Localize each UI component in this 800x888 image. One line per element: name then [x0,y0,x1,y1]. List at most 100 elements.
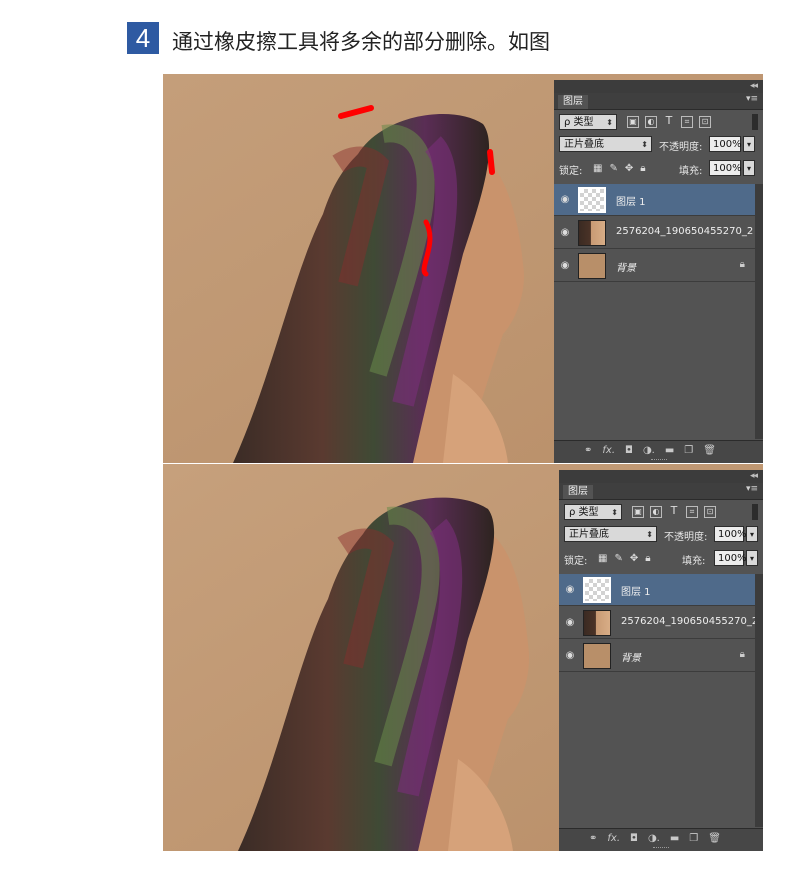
lock-transparent-icon[interactable]: ▦ [593,163,602,174]
mask-icon[interactable]: ◘ [630,833,638,844]
screenshot-before: ◂◂ 图层 ▾≡ ρ 类型 ⬍ ▣ ◐ T ⌗ ⊡ 正片叠底 ⬍ 不透明度: 10 [163,74,763,463]
lock-move-icon[interactable]: ✥ [630,553,638,564]
layer-row[interactable]: ◉ 图层 1 [559,574,755,606]
layer-name: 背景 [621,653,641,664]
opacity-field[interactable]: 100% [709,136,742,152]
step-number-badge: 4 [127,22,159,54]
tab-layers[interactable]: 图层 [563,485,593,499]
layer-name: 背景 [616,263,636,274]
filter-toggle[interactable] [752,504,758,520]
lock-move-icon[interactable]: ✥ [625,163,633,174]
blend-mode-dropdown[interactable]: 正片叠底 ⬍ [559,136,652,152]
filter-row: ρ 类型 ⬍ ▣ ◐ T ⌗ ⊡ [559,114,758,132]
lock-all-icon[interactable]: 🔒︎ [640,163,645,174]
filter-toggle[interactable] [752,114,758,130]
eye-icon[interactable]: ◉ [563,649,577,663]
chevron-down-icon[interactable]: ▾ [746,550,758,566]
eye-icon[interactable]: ◉ [563,583,577,597]
lock-icons: ▦ ✎ ✥ 🔒︎ [593,160,646,176]
panel-bottom-bar: ⚭ fx. ◘ ◑. ▬ ❐ 🗑︎ [554,440,763,463]
lock-icon: 🔒︎ [739,649,745,660]
chevron-down-icon: ⬍ [606,118,613,127]
layer-thumbnail [583,577,611,603]
chevron-down-icon[interactable]: ▾ [743,160,755,176]
filter-row: ρ 类型 ⬍ ▣ ◐ T ⌗ ⊡ [564,504,758,522]
adjustment-filter-icon[interactable]: ◐ [645,116,657,128]
eye-icon[interactable]: ◉ [558,259,572,273]
lock-paint-icon[interactable]: ✎ [609,163,617,174]
layers-scrollbar[interactable] [755,574,763,827]
new-layer-icon[interactable]: ❐ [689,833,698,844]
lock-icons: ▦ ✎ ✥ 🔒︎ [598,550,651,566]
filter-kind-dropdown[interactable]: ρ 类型 ⬍ [564,504,622,520]
panel-menu-icon[interactable]: ▾≡ [746,94,758,104]
layers-panel: ◂◂ 图层 ▾≡ ρ 类型 ⬍ ▣ ◐ T ⌗ ⊡ 正片叠底 ⬍ 不透明度: 10 [559,470,763,851]
lock-transparent-icon[interactable]: ▦ [598,553,607,564]
layer-row[interactable]: ◉ 图层 1 [554,184,755,216]
layer-thumbnail [578,253,606,279]
chevron-down-icon: ⬍ [611,508,618,517]
blend-mode-label: 正片叠底 [564,139,604,150]
fill-field[interactable]: 100% [709,160,742,176]
link-icon[interactable]: ⚭ [584,445,592,456]
link-icon[interactable]: ⚭ [589,833,597,844]
eye-icon[interactable]: ◉ [563,616,577,630]
new-layer-icon[interactable]: ❐ [684,445,693,456]
resize-grip[interactable] [650,459,667,462]
panel-actions: ⚭ fx. ◘ ◑. ▬ ❐ 🗑︎ [584,445,716,456]
fx-icon[interactable]: fx. [607,833,620,844]
lock-all-icon[interactable]: 🔒︎ [645,553,650,564]
panel-menu-icon[interactable]: ▾≡ [746,484,758,494]
layer-name: 图层 1 [616,197,646,208]
panel-tab-bar: 图层 ▾≡ [554,93,763,110]
opacity-label: 不透明度: [659,142,703,153]
eye-icon[interactable]: ◉ [558,193,572,207]
opacity-field[interactable]: 100% [714,526,747,542]
adjustment-icon[interactable]: ◑. [643,445,655,456]
layer-row[interactable]: ◉ 2576204_190650455270_2 [559,607,759,639]
layer-name: 2576204_190650455270_2 [616,226,754,237]
layer-name: 图层 1 [621,587,651,598]
tab-layers[interactable]: 图层 [558,95,588,109]
layer-row[interactable]: ◉ 背景 🔒︎ [559,640,755,672]
image-filter-icon[interactable]: ▣ [632,506,644,518]
adjustment-filter-icon[interactable]: ◐ [650,506,662,518]
chevron-down-icon[interactable]: ▾ [746,526,758,542]
filter-kind-dropdown[interactable]: ρ 类型 ⬍ [559,114,617,130]
layer-row[interactable]: ◉ 2576204_190650455270_2 [554,217,755,249]
layers-scrollbar[interactable] [755,184,763,439]
chevron-down-icon[interactable]: ▾ [743,136,755,152]
type-filter-icon[interactable]: T [663,115,675,128]
shape-filter-icon[interactable]: ⌗ [681,116,693,128]
smart-object-filter-icon[interactable]: ⊡ [699,116,711,128]
screenshot-after: ◂◂ 图层 ▾≡ ρ 类型 ⬍ ▣ ◐ T ⌗ ⊡ 正片叠底 ⬍ 不透明度: 10 [163,464,763,851]
folder-icon[interactable]: ▬ [665,445,674,456]
blend-mode-dropdown[interactable]: 正片叠底 ⬍ [564,526,657,542]
trash-icon[interactable]: 🗑︎ [708,833,721,844]
layer-thumbnail [583,610,611,636]
lock-label: 锁定: [559,166,583,177]
double-chevron-icon[interactable]: ◂◂ [750,81,758,91]
lock-icon: 🔒︎ [739,259,745,270]
layer-row[interactable]: ◉ 背景 🔒︎ [554,250,755,282]
type-filter-icon[interactable]: T [668,505,680,518]
resize-grip[interactable] [653,847,669,850]
trash-icon[interactable]: 🗑︎ [703,445,716,456]
folder-icon[interactable]: ▬ [670,833,679,844]
mask-icon[interactable]: ◘ [625,445,633,456]
filter-icons: ▣ ◐ T ⌗ ⊡ [627,114,711,130]
double-chevron-icon[interactable]: ◂◂ [750,471,758,481]
image-filter-icon[interactable]: ▣ [627,116,639,128]
eye-icon[interactable]: ◉ [558,226,572,240]
adjustment-icon[interactable]: ◑. [648,833,660,844]
chevron-down-icon: ⬍ [641,140,648,149]
fill-label: 填充: [682,556,706,567]
shape-filter-icon[interactable]: ⌗ [686,506,698,518]
fill-field[interactable]: 100% [714,550,747,566]
fx-icon[interactable]: fx. [602,445,615,456]
smart-object-filter-icon[interactable]: ⊡ [704,506,716,518]
lock-paint-icon[interactable]: ✎ [614,553,622,564]
fill-label: 填充: [679,166,703,177]
layer-name: 2576204_190650455270_2 [621,616,759,627]
layer-thumbnail [578,187,606,213]
